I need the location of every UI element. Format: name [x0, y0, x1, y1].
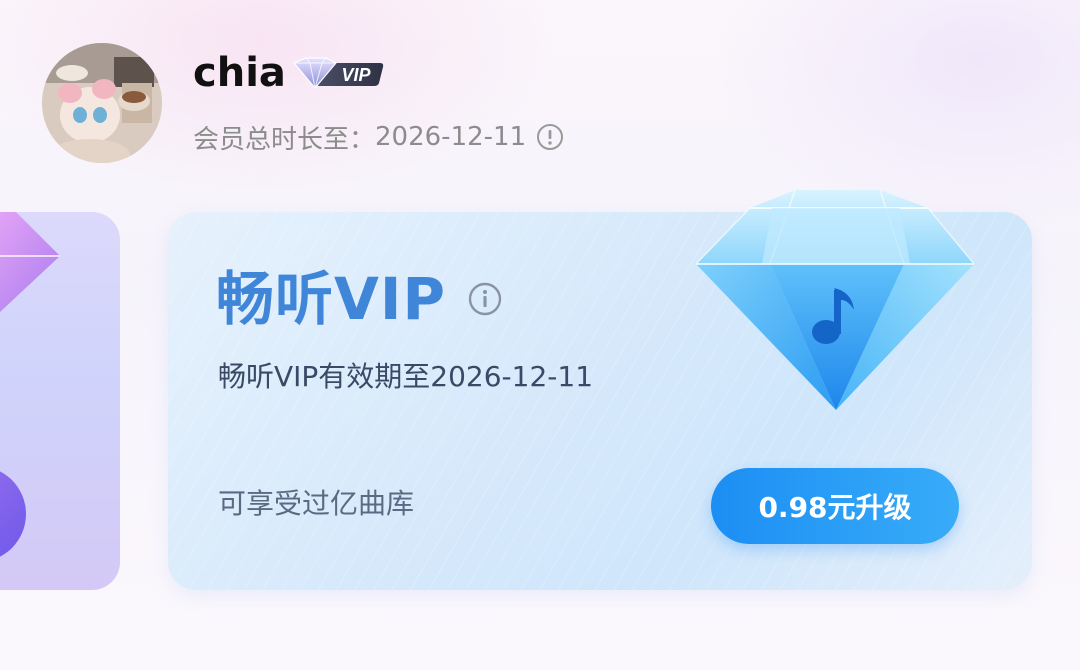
vip-badge: VIP [292, 56, 386, 90]
previous-vip-card[interactable] [0, 212, 120, 590]
member-expiry-date: 2026-12-11 [375, 122, 527, 152]
username: chia [193, 50, 286, 96]
info-icon[interactable] [468, 282, 502, 316]
music-diamond-icon [695, 189, 975, 410]
member-expiry-label: 会员总时长至： [193, 124, 376, 155]
vip-card-title: 畅听VIP [216, 264, 502, 334]
member-expiry: 会员总时长至： 2026-12-11 [193, 118, 564, 156]
vip-feature: 可享受过亿曲库 [218, 487, 415, 520]
upgrade-button[interactable]: 0.98元升级 [711, 468, 959, 544]
purple-diamond-icon [0, 212, 60, 312]
avatar[interactable] [42, 43, 162, 163]
vip-validity: 畅听VIP有效期至2026-12-11 [218, 360, 594, 393]
info-icon[interactable] [536, 123, 564, 151]
vip-title: 畅听VIP [216, 265, 446, 333]
purple-button-fragment[interactable] [0, 466, 26, 562]
svg-text:VIP: VIP [341, 65, 371, 85]
